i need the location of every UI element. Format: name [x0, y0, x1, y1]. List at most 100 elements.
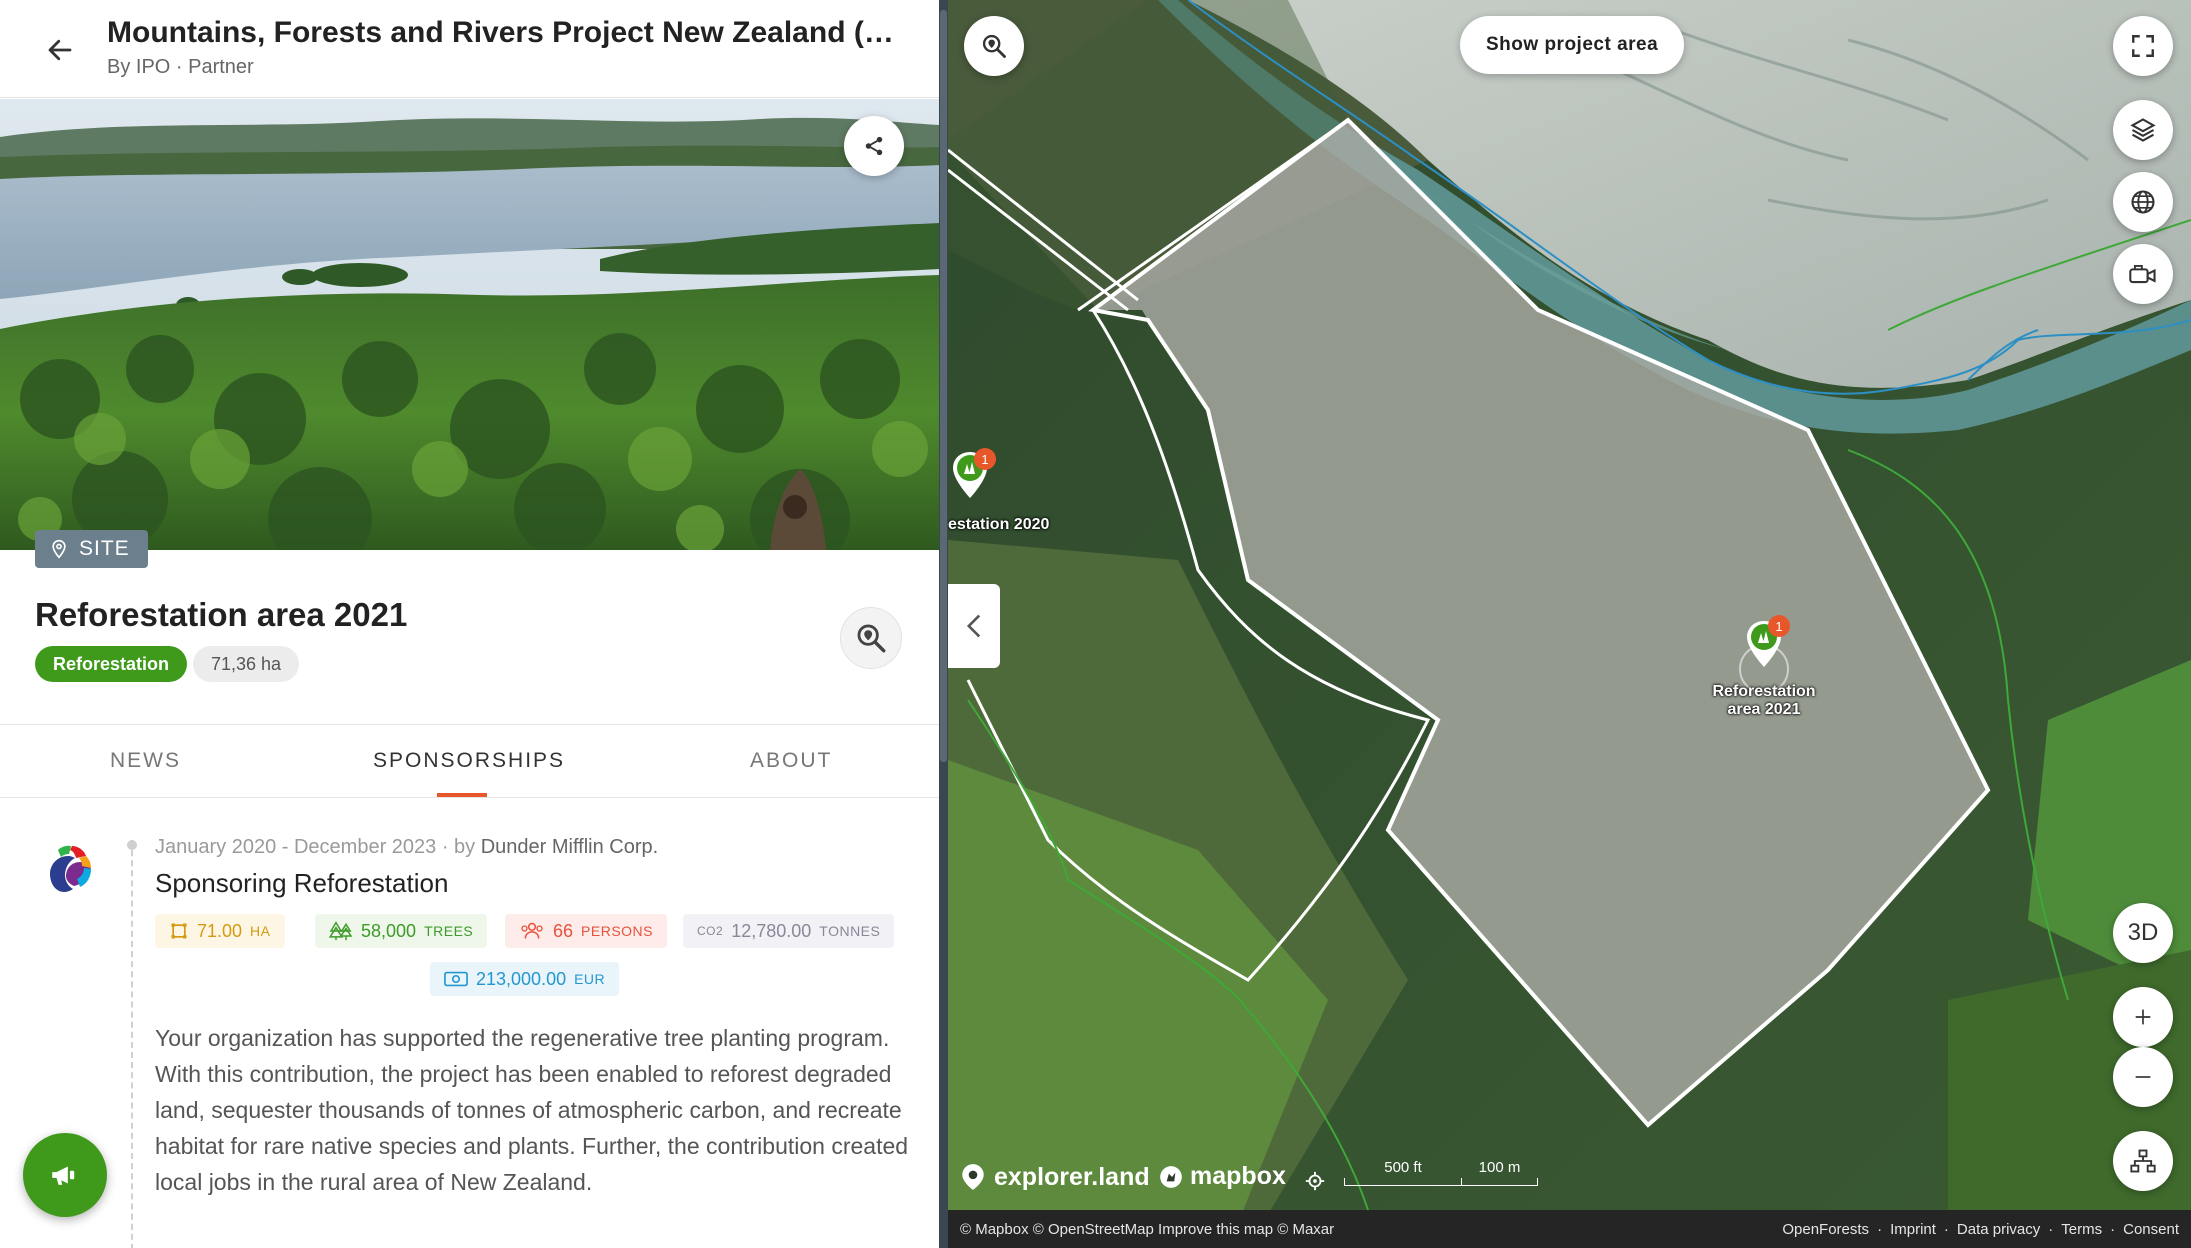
- marker-count-badge: 1: [974, 448, 996, 470]
- sponsorship-meta: January 2020 - December 2023 · by Dunder…: [155, 836, 658, 859]
- sponsorship-description: Your organization has supported the rege…: [155, 1025, 909, 1195]
- footer-link-openforests[interactable]: OpenForests: [1782, 1221, 1869, 1238]
- map-search-button[interactable]: [964, 16, 1024, 76]
- megaphone-icon: [52, 1166, 75, 1185]
- map-marker-reforestation-2020[interactable]: 1: [948, 448, 996, 508]
- sponsorship-period: January 2020 - December 2023 · by: [155, 836, 481, 858]
- footer-link-imprint[interactable]: Imprint: [1890, 1221, 1936, 1238]
- map-scale: 500 ft 100 m: [1344, 1160, 1538, 1186]
- hero-image: [0, 99, 940, 550]
- search-location-icon: [982, 34, 1006, 58]
- stat-eur-value: 213,000.00: [476, 968, 567, 989]
- plus-icon: [2135, 1009, 2151, 1025]
- site-badge-label: SITE: [79, 537, 130, 560]
- layers-icon: [2130, 118, 2156, 142]
- mapbox-wordmark: mapbox: [1190, 1162, 1286, 1190]
- zoom-in-button[interactable]: [2113, 987, 2173, 1047]
- locate-me-icon[interactable]: [1304, 1170, 1326, 1197]
- area-icon: [171, 923, 187, 939]
- share-icon: [865, 136, 883, 156]
- arrow-left-icon: [48, 39, 72, 61]
- stat-area-unit: HA: [250, 923, 271, 939]
- sitemap-icon: [2130, 1149, 2156, 1173]
- minus-icon: [2135, 1076, 2151, 1078]
- globe-button[interactable]: [2113, 172, 2173, 232]
- 3d-toggle-button[interactable]: 3D: [2113, 903, 2173, 963]
- persons-icon: [521, 922, 543, 939]
- panel-scrollbar[interactable]: [939, 0, 948, 1248]
- mapbox-icon: [1160, 1165, 1182, 1188]
- panel-header: Mountains, Forests and Rivers Project Ne…: [0, 0, 940, 98]
- landscape-photo: [0, 99, 940, 550]
- timeline-dot: [127, 840, 137, 850]
- stat-eur-unit: EUR: [574, 971, 606, 987]
- stat-co2-value: 12,780.00: [731, 920, 812, 941]
- fullscreen-button[interactable]: [2113, 16, 2173, 76]
- stat-area: 71.00 HA: [155, 914, 285, 948]
- stat-trees: 58,000 TREES: [315, 914, 488, 948]
- camera-button[interactable]: [2113, 244, 2173, 304]
- satellite-imagery: [948, 0, 2191, 1248]
- category-tag: Reforestation: [35, 646, 188, 682]
- announcement-button[interactable]: [23, 1133, 107, 1217]
- scale-feet-label: 500 ft: [1384, 1159, 1422, 1176]
- stat-trees-value: 58,000: [361, 920, 417, 941]
- site-badge: SITE: [35, 530, 148, 568]
- marker-count-badge: 1: [1768, 615, 1790, 637]
- tab-news[interactable]: NEWS: [110, 749, 181, 773]
- footer-link-consent[interactable]: Consent: [2123, 1221, 2179, 1238]
- layers-button[interactable]: [2113, 100, 2173, 160]
- stat-trees-unit: TREES: [424, 923, 474, 939]
- hierarchy-button[interactable]: [2113, 1131, 2173, 1191]
- stat-eur: 213,000.00 EUR: [430, 962, 620, 996]
- footer-link-terms[interactable]: Terms: [2061, 1221, 2102, 1238]
- location-pin-icon: [52, 539, 66, 559]
- zoom-out-button[interactable]: [2113, 1047, 2173, 1107]
- scale-meters-bar: 100 m: [1462, 1160, 1538, 1186]
- fullscreen-icon: [2132, 35, 2154, 57]
- scale-meters-label: 100 m: [1478, 1159, 1521, 1176]
- map-attribution-text[interactable]: © Mapbox © OpenStreetMap Improve this ma…: [960, 1221, 1334, 1238]
- footer-links: OpenForests · Imprint · Data privacy · T…: [1782, 1221, 2179, 1238]
- stat-area-value: 71.00: [197, 920, 243, 941]
- explorer-land-logo[interactable]: explorer.land: [960, 1162, 1150, 1192]
- project-subtitle: By IPO · Partner: [107, 56, 254, 78]
- active-tab-indicator: [437, 793, 487, 797]
- sponsor-name[interactable]: Dunder Mifflin Corp.: [481, 836, 658, 858]
- footer-separator: ·: [2110, 1220, 2116, 1238]
- chevron-left-icon: [966, 614, 981, 638]
- footer-separator: ·: [2048, 1220, 2054, 1238]
- area-tag: 71,36 ha: [193, 646, 300, 682]
- map-attribution-bar: © Mapbox © OpenStreetMap Improve this ma…: [948, 1210, 2191, 1248]
- footer-link-data-privacy[interactable]: Data privacy: [1957, 1221, 2040, 1238]
- stat-persons: 66 PERSONS: [505, 914, 667, 948]
- explorer-land-wordmark: explorer.land: [994, 1162, 1150, 1191]
- money-icon: [444, 971, 468, 987]
- zoom-to-site-button[interactable]: [840, 607, 902, 669]
- co2-icon: CO2: [697, 924, 724, 938]
- back-button[interactable]: [36, 28, 84, 72]
- tab-sponsorships[interactable]: SPONSORSHIPS: [373, 749, 565, 773]
- sponsorship-title: Sponsoring Reforestation: [155, 868, 449, 898]
- satellite-map[interactable]: Show project area 3D 1 estation 2020 1 R…: [948, 0, 2191, 1248]
- tab-about[interactable]: ABOUT: [750, 749, 832, 773]
- trees-icon: [329, 921, 353, 941]
- collapse-panel-button[interactable]: [948, 584, 1000, 668]
- marker-label-reforestation-2020: estation 2020: [948, 516, 1050, 533]
- stat-co2-unit: TONNES: [819, 923, 881, 939]
- scale-feet-bar: 500 ft: [1344, 1160, 1462, 1186]
- stat-persons-value: 66: [553, 920, 574, 941]
- stat-persons-unit: PERSONS: [581, 923, 653, 939]
- explorer-pin-icon: [962, 1164, 984, 1190]
- stat-co2: CO2 12,780.00 TONNES: [683, 914, 895, 948]
- sponsor-logo: [36, 836, 102, 902]
- project-panel: Mountains, Forests and Rivers Project Ne…: [0, 0, 948, 1248]
- scrollbar-thumb[interactable]: [940, 10, 947, 762]
- tab-bar: NEWS SPONSORSHIPS ABOUT: [0, 724, 940, 798]
- show-project-area-button[interactable]: Show project area: [1460, 16, 1685, 74]
- mapbox-logo[interactable]: mapbox: [1158, 1162, 1286, 1191]
- footer-separator: ·: [1877, 1220, 1883, 1238]
- share-button[interactable]: [844, 116, 904, 176]
- site-title: Reforestation area 2021: [35, 596, 408, 633]
- timeline-line: [131, 840, 133, 1248]
